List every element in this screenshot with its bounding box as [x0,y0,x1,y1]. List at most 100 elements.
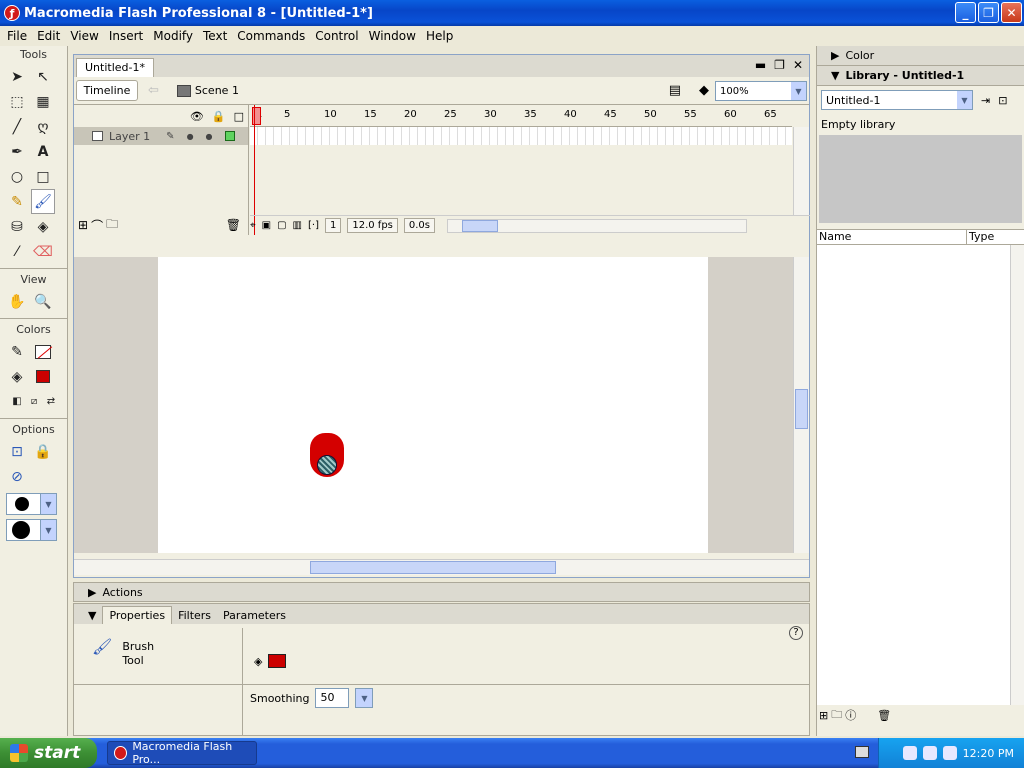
zoom-tool-icon[interactable]: 🔍 [31,289,55,314]
oval-tool-icon[interactable]: ○ [5,164,29,189]
onion-skin-icon[interactable]: ▣ [262,220,271,231]
pin-library-icon[interactable]: ⇥ [981,94,990,107]
menu-window[interactable]: Window [364,29,421,43]
delete-layer-icon[interactable]: 🗑 [226,218,241,232]
start-button[interactable]: start [0,738,97,768]
taskbar-flash-item[interactable]: Macromedia Flash Pro... [107,740,257,766]
menu-help[interactable]: Help [421,29,458,43]
color-panel-header[interactable]: ▶ Color [817,46,1024,66]
add-motion-guide-icon[interactable]: ⌒ [91,217,103,234]
object-drawing-icon[interactable]: ⊡ [5,439,29,464]
selection-tool-icon[interactable]: ➤ [5,64,29,89]
document-tab[interactable]: Untitled-1* [76,58,154,77]
scene-breadcrumb[interactable]: Scene 1 [176,84,239,97]
ink-bottle-tool-icon[interactable]: ⛁ [5,214,29,239]
brush-tool-icon[interactable]: 🖌 [31,189,55,214]
line-tool-icon[interactable]: ╱ [5,114,29,139]
stage[interactable] [158,257,708,553]
eraser-tool-icon[interactable]: ⌫ [31,239,55,264]
timeline-horizontal-scrollbar[interactable] [447,218,748,233]
red-brush-stroke[interactable] [310,433,344,477]
edit-multiple-frames-icon[interactable]: ▥ [293,220,302,231]
column-type[interactable]: Type [967,230,994,244]
actions-panel-header[interactable]: ▶ Actions [73,582,810,602]
new-folder-icon[interactable]: 🗀 [831,706,842,725]
collapse-arrow-icon[interactable]: ▼ [88,607,102,624]
library-list[interactable] [817,245,1024,705]
close-button[interactable]: ✕ [1001,2,1022,23]
center-frame-icon[interactable]: ⌖ [250,220,256,231]
eyedropper-tool-icon[interactable]: ⁄ [5,239,29,264]
stage-horizontal-scrollbar[interactable] [74,559,809,575]
subselection-tool-icon[interactable]: ↖ [31,64,55,89]
minimize-button[interactable]: _ [955,2,976,23]
library-vertical-scrollbar[interactable] [1010,245,1024,705]
fill-color-swatch[interactable] [268,654,287,668]
outline-color-icon[interactable] [224,131,235,141]
new-library-panel-icon[interactable]: ⊡ [998,94,1007,107]
paint-bucket-tool-icon[interactable]: ◈ [31,214,55,239]
insert-layer-icon[interactable]: ⊞ [78,218,88,232]
tab-filters[interactable]: Filters [172,607,217,624]
menu-file[interactable]: File [2,29,32,43]
delete-icon[interactable]: 🗑 [877,709,891,722]
tray-search-icon[interactable] [942,746,957,760]
frames-area[interactable]: 1 5 10 15 20 25 30 35 40 45 50 55 60 65 [250,105,792,215]
brush-mode-icon[interactable]: ⊘ [5,464,29,489]
lock-dot-icon[interactable]: ● [206,132,213,141]
pencil-tool-icon[interactable]: ✎ [5,189,29,214]
tab-properties[interactable]: Properties [102,606,173,624]
properties-icon[interactable]: ⓘ [845,707,856,723]
eye-icon[interactable]: 👁 [190,110,204,123]
gradient-transform-tool-icon[interactable]: ▦ [31,89,55,114]
menu-view[interactable]: View [65,29,103,43]
brush-size-select[interactable]: ▼ [6,493,57,515]
smoothing-dropdown[interactable]: ▼ [355,688,374,708]
swap-colors-icon[interactable]: ⇄ [39,389,63,414]
brush-shape-select[interactable]: ▼ [6,519,57,541]
menu-edit[interactable]: Edit [32,29,65,43]
timeline-button[interactable]: Timeline [76,80,138,101]
visibility-dot-icon[interactable]: ● [187,132,194,141]
pen-tool-icon[interactable]: ✒ [5,139,29,164]
new-symbol-icon[interactable]: ⊞ [819,709,828,722]
minimize-doc-icon[interactable]: ▬ [755,58,766,72]
stroke-color-swatch[interactable] [31,339,55,364]
menu-insert[interactable]: Insert [104,29,148,43]
outline-icon[interactable]: □ [234,110,244,123]
menu-control[interactable]: Control [310,29,363,43]
fill-color-swatch[interactable] [31,364,55,389]
tab-parameters[interactable]: Parameters [217,607,292,624]
restore-doc-icon[interactable]: ❐ [774,58,785,72]
free-transform-tool-icon[interactable]: ⬚ [5,89,29,114]
back-arrow-icon[interactable]: ⇦ [148,83,159,98]
menu-text[interactable]: Text [198,29,232,43]
rectangle-tool-icon[interactable]: □ [31,164,55,189]
onion-skin-outlines-icon[interactable]: ▢ [277,220,286,231]
hand-tool-icon[interactable]: ✋ [5,289,29,314]
menu-commands[interactable]: Commands [232,29,310,43]
frame-row[interactable] [250,127,792,145]
library-document-select[interactable]: Untitled-1 ▼ [821,90,973,110]
frame-rate[interactable]: 12.0 fps [347,218,398,233]
tray-network-icon[interactable] [902,746,917,760]
stage-area[interactable] [74,257,809,553]
lock-fill-icon[interactable]: 🔒 [31,439,55,464]
keyboard-icon[interactable] [855,746,869,758]
column-name[interactable]: Name [817,230,967,244]
edit-symbols-icon[interactable]: ◆ [699,83,709,98]
stage-vertical-scrollbar[interactable] [793,257,809,553]
zoom-select[interactable]: 100% ▼ [715,81,807,101]
timeline-vertical-scrollbar[interactable] [793,127,809,215]
library-panel-header[interactable]: ▼ Library - Untitled-1 [817,66,1024,86]
insert-folder-icon[interactable]: 🗀 [106,215,118,236]
restore-button[interactable]: ❐ [978,2,999,23]
menu-modify[interactable]: Modify [148,29,198,43]
smoothing-input[interactable]: 50 [315,688,350,708]
modify-onion-markers-icon[interactable]: [·] [308,220,319,231]
lasso-tool-icon[interactable]: ღ [31,114,55,139]
help-icon[interactable]: ? [789,626,803,640]
lock-icon[interactable]: 🔒 [212,110,226,123]
tray-volume-icon[interactable] [922,746,937,760]
close-doc-icon[interactable]: ✕ [793,58,803,72]
